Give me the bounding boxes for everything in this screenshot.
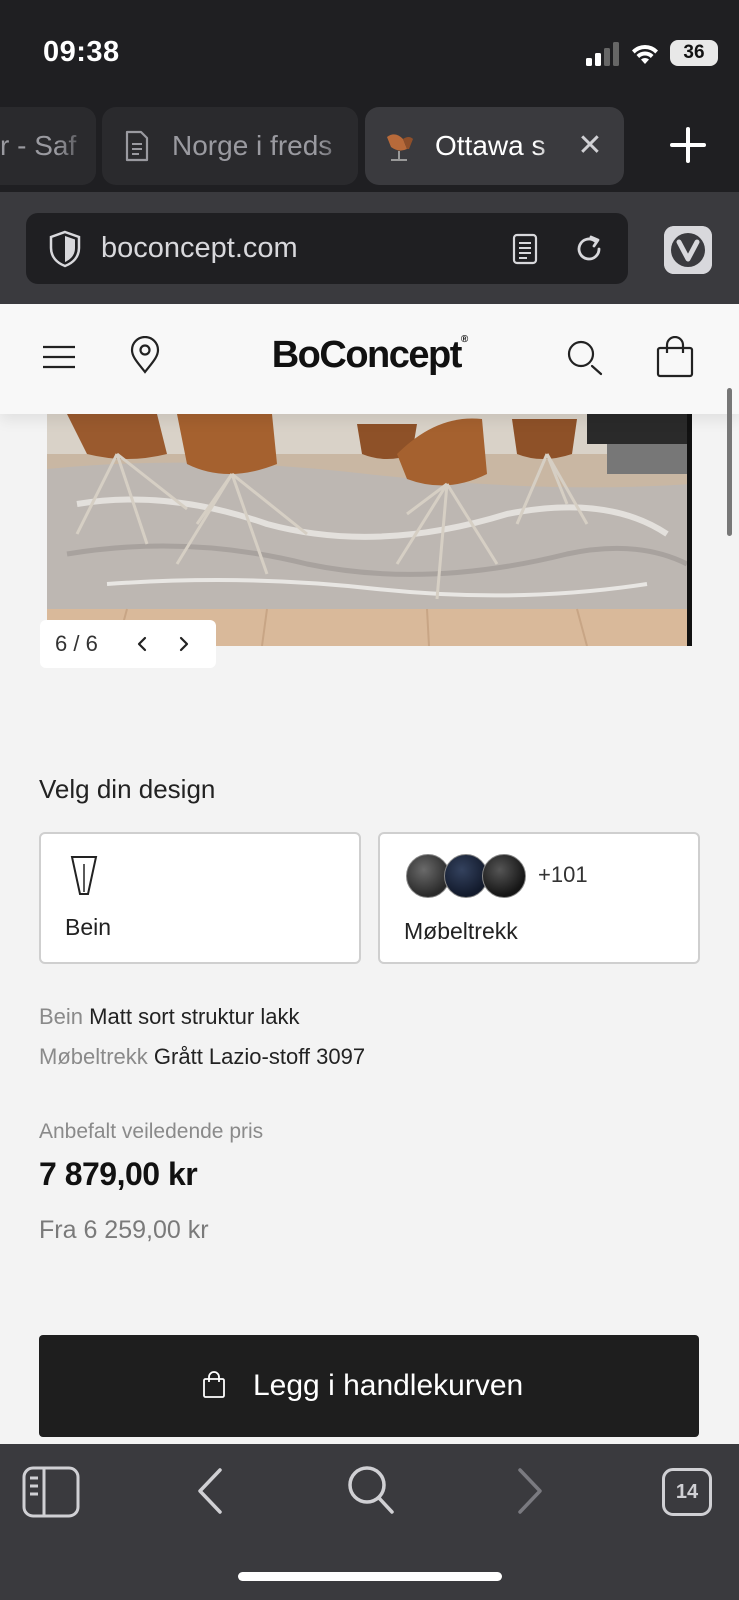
add-to-cart-label: Legg i handlekurven (253, 1369, 524, 1402)
fabric-swatch-black (482, 854, 526, 898)
design-option-upholstery[interactable]: +101 Møbeltrekk (378, 832, 700, 964)
new-tab-plus-icon[interactable] (666, 123, 710, 167)
design-option-legs[interactable]: Bein (39, 832, 361, 964)
spec-value: Grått Lazio-stoff 3097 (153, 1044, 366, 1069)
legs-label: Bein (65, 914, 112, 940)
tab-title: Ottawa s (435, 130, 546, 161)
panel-sidebar-icon[interactable] (22, 1466, 80, 1518)
search-icon[interactable] (346, 1464, 396, 1516)
hamburger-menu-icon[interactable] (42, 344, 76, 370)
wifi-icon (632, 44, 658, 64)
product-hero-image[interactable] (47, 414, 692, 646)
shopping-bag-icon (203, 1371, 225, 1398)
upholstery-label: Møbeltrekk (404, 918, 518, 944)
price-from: Fra 6 259,00 kr (39, 1216, 209, 1244)
address-bar-area: boconcept.com (0, 192, 739, 304)
spec-upholstery: Møbeltrekk Grått Lazio-stoff 3097 (39, 1044, 365, 1070)
spec-value: Matt sort struktur lakk (89, 1004, 300, 1029)
chair-leg-icon (70, 856, 98, 895)
forward-arrow-icon[interactable] (512, 1466, 546, 1516)
logo-text: BoConcept (271, 334, 463, 376)
reader-mode-icon[interactable] (512, 233, 538, 265)
cellular-signal-icon (586, 42, 619, 66)
status-time: 09:38 (43, 36, 120, 68)
tab-norge[interactable]: Norge i freds (102, 107, 358, 185)
tab-safari[interactable]: r - Saf (0, 107, 96, 185)
spec-legs: Bein Matt sort struktur lakk (39, 1004, 299, 1030)
site-logo[interactable]: BoConcept® (240, 334, 500, 377)
chevron-left-icon[interactable] (134, 636, 150, 652)
home-indicator (238, 1572, 502, 1581)
tab-title: Norge i freds (172, 130, 333, 161)
tab-ottawa-active[interactable]: Ottawa s ✕ (365, 107, 624, 185)
shopping-bag-icon[interactable] (655, 336, 695, 378)
carousel-controls: 6 / 6 (40, 620, 216, 668)
more-swatches-count: +101 (538, 862, 588, 887)
address-field[interactable]: boconcept.com (26, 213, 628, 284)
reload-icon[interactable] (572, 232, 606, 266)
web-content: BoConcept® 6 / 6 Velg din design Bein +1… (0, 304, 739, 1444)
spec-key: Møbeltrekk (39, 1044, 148, 1069)
page-scrollbar[interactable] (727, 388, 732, 536)
design-heading: Velg din design (39, 774, 216, 804)
spec-key: Bein (39, 1004, 84, 1029)
logo-registered-mark: ® (460, 334, 469, 345)
status-bar: 09:38 36 (0, 0, 739, 100)
search-icon[interactable] (566, 339, 604, 377)
close-tab-icon[interactable]: ✕ (575, 107, 605, 185)
vivaldi-menu-icon[interactable] (664, 226, 712, 274)
battery-indicator: 36 (670, 40, 718, 66)
site-header: BoConcept® (0, 304, 739, 414)
price-label: Anbefalt veiledende pris (39, 1120, 264, 1143)
chevron-right-icon[interactable] (176, 636, 192, 652)
shield-icon[interactable] (48, 230, 82, 268)
back-arrow-icon[interactable] (194, 1466, 228, 1516)
add-to-cart-button[interactable]: Legg i handlekurven (39, 1335, 699, 1437)
price: 7 879,00 kr (39, 1156, 198, 1192)
url-text: boconcept.com (101, 232, 298, 264)
tab-switcher-button[interactable]: 14 (662, 1468, 712, 1516)
store-locator-pin-icon[interactable] (129, 336, 161, 374)
chair-favicon-icon (387, 134, 413, 161)
document-icon (125, 130, 149, 162)
tab-strip: r - Saf Norge i freds Ottawa s ✕ (0, 100, 739, 192)
carousel-counter: 6 / 6 (55, 631, 98, 656)
